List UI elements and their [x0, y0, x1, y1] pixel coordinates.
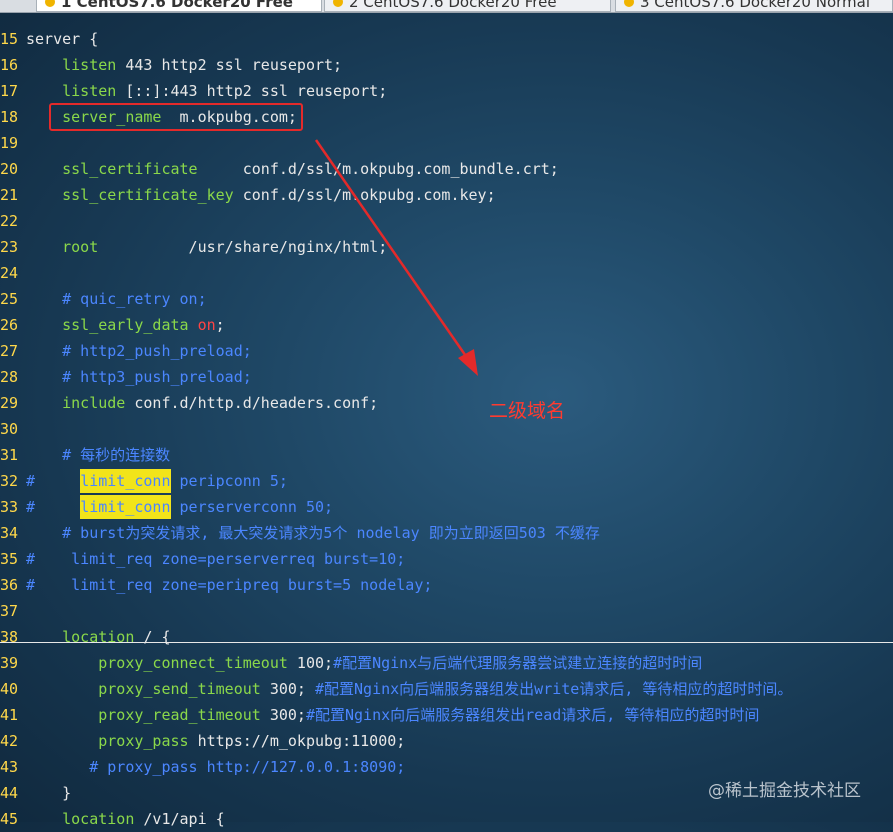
tab-bar: 1 CentOS7.6 Docker20 Free 2 CentOS7.6 Do…	[0, 0, 893, 13]
code-line: 17 listen [::]:443 http2 ssl reuseport;	[0, 82, 388, 100]
code-line: 31 # 每秒的连接数	[0, 446, 171, 464]
code-line: 25 # quic_retry on;	[0, 290, 207, 308]
code-line: 16 listen 443 http2 ssl reuseport;	[0, 56, 343, 74]
code-line: 28 # http3_push_preload;	[0, 368, 252, 386]
code-line: 29 include conf.d/http.d/headers.conf;	[0, 394, 379, 412]
session-status-icon	[333, 0, 343, 7]
code-line: 40 proxy_send_timeout 300; #配置Nginx向后端服务…	[0, 680, 793, 698]
session-status-icon	[45, 0, 55, 7]
code-line: 19	[0, 134, 19, 152]
code-line: 41 proxy_read_timeout 300;#配置Nginx向后端服务器…	[0, 706, 760, 724]
code-line: 15 server {	[0, 30, 99, 48]
code-line: 34 # burst为突发请求, 最大突发请求为5个 nodelay 即为立即返…	[0, 524, 600, 542]
code-line: 21 ssl_certificate_key conf.d/ssl/m.okpu…	[0, 186, 496, 204]
code-line: 35 # limit_req zone=perserverreq burst=10…	[0, 550, 406, 568]
tab-session-1[interactable]: 1 CentOS7.6 Docker20 Free	[36, 0, 322, 12]
code-line: 33 # limit_conn perserverconn 50;	[0, 494, 893, 520]
search-highlight: limit_conn	[80, 469, 171, 493]
code-line: 27 # http2_push_preload;	[0, 342, 252, 360]
code-line: 20 ssl_certificate conf.d/ssl/m.okpubg.c…	[0, 160, 559, 178]
cursor-line-underline	[0, 642, 893, 643]
annotation-label: 二级域名	[489, 400, 566, 422]
code-line: 42 proxy_pass https://m_okpubg:11000;	[0, 732, 406, 750]
code-line: 22	[0, 212, 19, 230]
code-line: 23 root /usr/share/nginx/html;	[0, 238, 388, 256]
code-line: 30	[0, 420, 19, 438]
code-line: 36 # limit_req zone=peripreq burst=5 node…	[0, 576, 433, 594]
code-line: 38 location / {	[0, 628, 171, 646]
session-status-icon	[624, 0, 634, 7]
code-line: 32 # limit_conn peripconn 5;	[0, 468, 893, 494]
code-line: 37	[0, 602, 19, 620]
code-line: 45 location /v1/api {	[0, 810, 225, 828]
code-line: 39 proxy_connect_timeout 100;#配置Nginx与后端…	[0, 654, 703, 672]
tab-session-3[interactable]: 3 CentOS7.6 Docker20 Normal	[615, 0, 893, 12]
code-line: 24	[0, 264, 19, 282]
annotation-box	[49, 103, 303, 131]
tab-session-2[interactable]: 2 CentOS7.6 Docker20 Free	[324, 0, 611, 12]
search-highlight: limit_conn	[80, 495, 171, 519]
code-line: 26 ssl_early_data on;	[0, 316, 225, 334]
watermark: @稀土掘金技术社区	[708, 781, 861, 801]
